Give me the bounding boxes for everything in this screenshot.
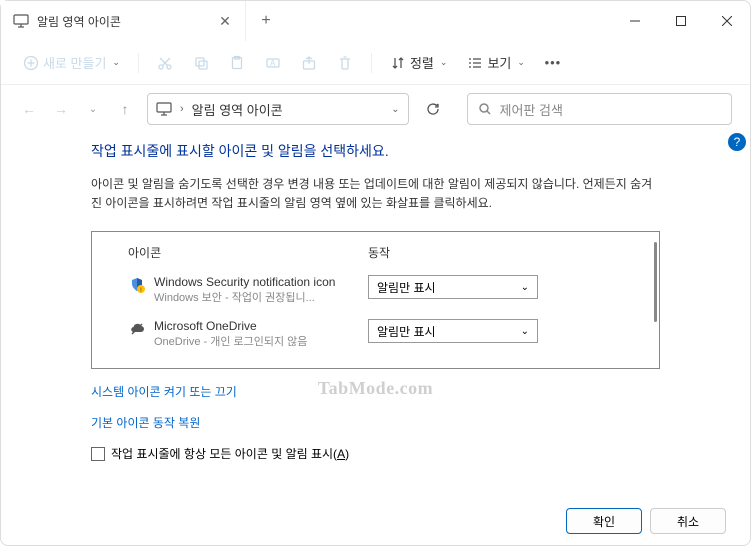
- column-icon-header: 아이콘: [128, 244, 368, 261]
- back-button[interactable]: ←: [19, 101, 39, 117]
- share-button[interactable]: [293, 49, 325, 77]
- table-row: Microsoft OneDrive OneDrive - 개인 로그인되지 않…: [128, 319, 623, 349]
- action-select[interactable]: 알림만 표시 ⌄: [368, 275, 538, 299]
- monitor-icon: [156, 101, 172, 117]
- row-title: Windows Security notification icon: [154, 275, 368, 289]
- scissors-icon: [157, 55, 173, 71]
- chevron-down-icon: ⌄: [440, 57, 448, 68]
- ok-button[interactable]: 확인: [566, 508, 642, 534]
- window-controls: [612, 1, 750, 41]
- maximize-button[interactable]: [658, 1, 704, 41]
- chevron-down-icon: ⌄: [521, 326, 529, 337]
- active-tab[interactable]: 알림 영역 아이콘 ✕: [1, 1, 246, 41]
- view-button[interactable]: 보기 ⌄: [459, 47, 532, 78]
- trash-icon: [337, 55, 353, 71]
- more-button[interactable]: •••: [537, 49, 569, 77]
- footer: 확인 취소: [1, 497, 750, 545]
- restore-defaults-link[interactable]: 기본 아이콘 동작 복원: [91, 414, 660, 431]
- icon-table: 아이콘 동작 ! Windows Security notification i…: [91, 231, 660, 369]
- cloud-icon: [128, 321, 146, 337]
- always-show-checkbox[interactable]: [91, 447, 105, 461]
- chevron-down-icon: ⌄: [517, 57, 525, 68]
- recent-button[interactable]: ⌄: [83, 104, 103, 115]
- scrollbar[interactable]: [645, 232, 659, 368]
- help-icon[interactable]: ?: [728, 133, 746, 151]
- table-row: ! Windows Security notification icon Win…: [128, 275, 623, 305]
- row-subtitle: OneDrive - 개인 로그인되지 않음: [154, 333, 368, 349]
- titlebar: 알림 영역 아이콘 ✕ +: [1, 1, 750, 41]
- tab-title: 알림 영역 아이콘: [37, 13, 209, 30]
- sort-button[interactable]: 정렬 ⌄: [382, 47, 455, 78]
- breadcrumb-sep: ›: [180, 103, 184, 115]
- up-button[interactable]: ↑: [115, 101, 135, 117]
- close-button[interactable]: [704, 1, 750, 41]
- delete-button[interactable]: [329, 49, 361, 77]
- close-tab-icon[interactable]: ✕: [217, 13, 233, 29]
- rename-icon: A: [265, 55, 281, 71]
- view-icon: [467, 55, 483, 71]
- monitor-icon: [13, 13, 29, 29]
- more-icon: •••: [545, 55, 561, 71]
- checkbox-label[interactable]: 작업 표시줄에 항상 모든 아이콘 및 알림 표시(A): [111, 445, 349, 462]
- new-button[interactable]: 새로 만들기 ⌄: [15, 47, 128, 78]
- copy-icon: [193, 55, 209, 71]
- cancel-button[interactable]: 취소: [650, 508, 726, 534]
- search-placeholder: 제어판 검색: [500, 100, 563, 119]
- copy-button[interactable]: [185, 49, 217, 77]
- system-icons-link[interactable]: 시스템 아이콘 켜기 또는 끄기: [91, 383, 660, 400]
- forward-button[interactable]: →: [51, 101, 71, 117]
- action-select[interactable]: 알림만 표시 ⌄: [368, 319, 538, 343]
- chevron-down-icon: ⌄: [521, 282, 529, 293]
- column-action-header: 동작: [368, 244, 390, 261]
- chevron-down-icon: ⌄: [112, 57, 120, 68]
- location-text: 알림 영역 아이콘: [192, 100, 383, 119]
- row-subtitle: Windows 보안 - 작업이 권장됩니...: [154, 289, 368, 305]
- toolbar: 새로 만들기 ⌄ A 정렬 ⌄ 보기 ⌄ •••: [1, 41, 750, 85]
- content-area: ? 작업 표시줄에 표시할 아이콘 및 알림을 선택하세요. 아이콘 및 알림을…: [1, 133, 750, 497]
- sort-icon: [390, 55, 406, 71]
- rename-button[interactable]: A: [257, 49, 289, 77]
- search-box[interactable]: 제어판 검색: [467, 93, 733, 125]
- shield-icon: !: [128, 277, 146, 293]
- plus-circle-icon: [23, 55, 39, 71]
- share-icon: [301, 55, 317, 71]
- svg-text:A: A: [270, 59, 276, 68]
- page-heading: 작업 표시줄에 표시할 아이콘 및 알림을 선택하세요.: [91, 141, 660, 161]
- chevron-down-icon[interactable]: ⌄: [391, 104, 399, 115]
- refresh-button[interactable]: [425, 101, 445, 117]
- minimize-button[interactable]: [612, 1, 658, 41]
- cut-button[interactable]: [149, 49, 181, 77]
- page-description: 아이콘 및 알림을 숨기도록 선택한 경우 변경 내용 또는 업데이트에 대한 …: [91, 175, 660, 213]
- scrollbar-thumb[interactable]: [654, 242, 657, 322]
- row-title: Microsoft OneDrive: [154, 319, 368, 333]
- new-tab-button[interactable]: +: [246, 1, 286, 41]
- navbar: ← → ⌄ ↑ › 알림 영역 아이콘 ⌄ 제어판 검색: [1, 85, 750, 133]
- paste-button[interactable]: [221, 49, 253, 77]
- clipboard-icon: [229, 55, 245, 71]
- always-show-checkbox-row: 작업 표시줄에 항상 모든 아이콘 및 알림 표시(A): [91, 445, 660, 462]
- address-bar[interactable]: › 알림 영역 아이콘 ⌄: [147, 93, 409, 125]
- table-header: 아이콘 동작: [128, 244, 623, 261]
- search-icon: [478, 102, 492, 116]
